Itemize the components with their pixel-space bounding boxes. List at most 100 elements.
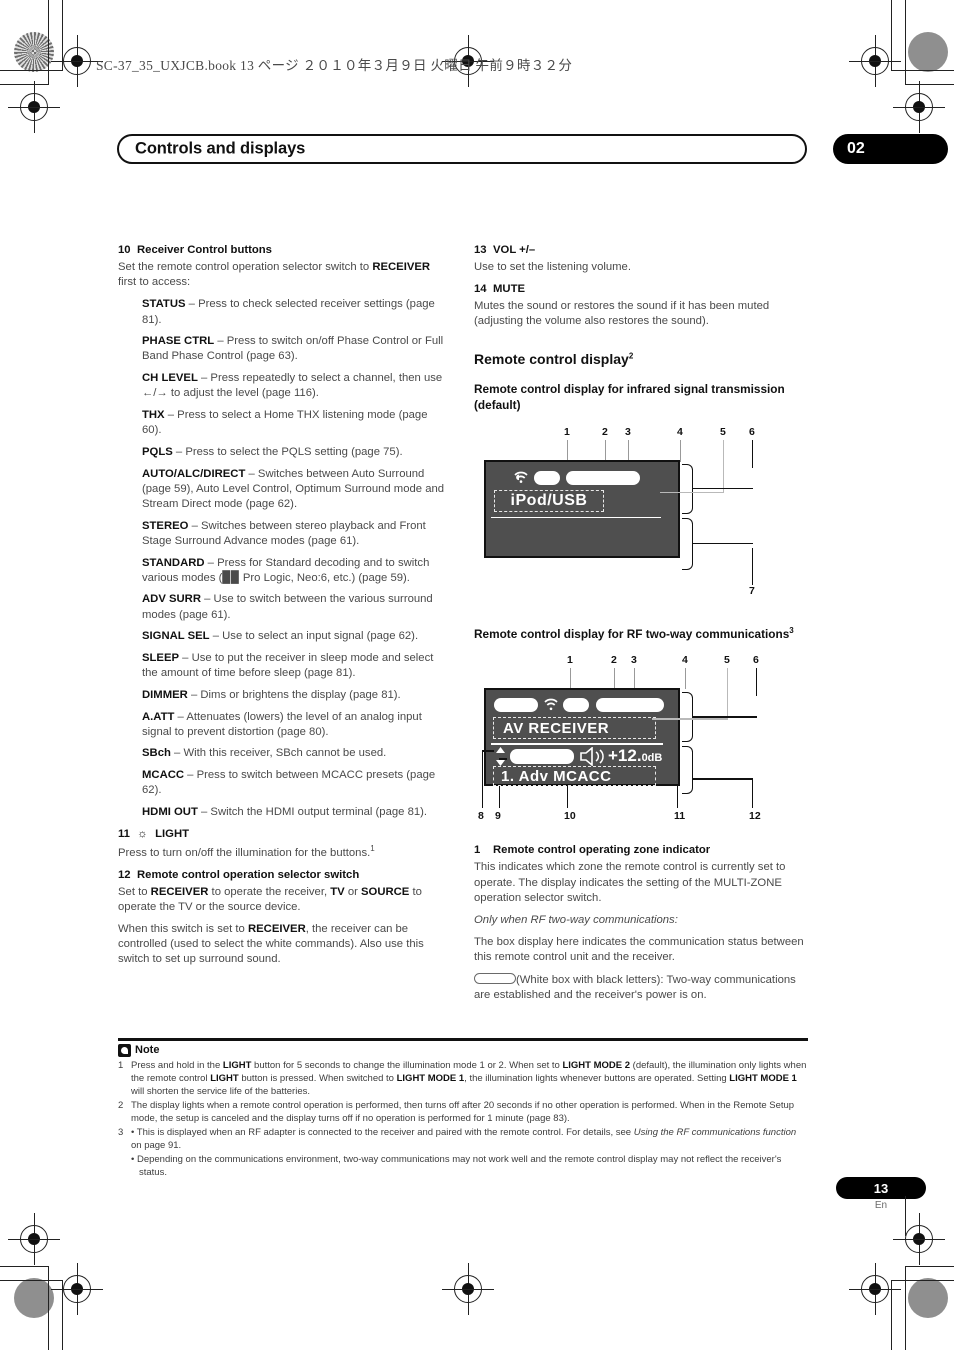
leader-5-horizontal bbox=[652, 718, 728, 720]
callout-1: 1 bbox=[564, 425, 570, 438]
list-item: PQLS – Press to select the PQLS setting … bbox=[142, 445, 403, 458]
callout-4: 4 bbox=[682, 654, 688, 667]
note-divider bbox=[118, 1038, 808, 1041]
wifi-arc-icon bbox=[514, 471, 528, 483]
section-12-number: 12 bbox=[118, 868, 131, 881]
crop-line-tr-v1 bbox=[905, 0, 906, 84]
note-block: Note Press and hold in the LIGHT button … bbox=[118, 1038, 808, 1180]
list-item: PHASE CTRL – Press to switch on/off Phas… bbox=[142, 335, 444, 363]
list-item: CH LEVEL – Press repeatedly to select a … bbox=[142, 372, 443, 400]
segment-mode-small bbox=[563, 698, 589, 713]
crop-line-tl-h1 bbox=[0, 70, 63, 71]
callout-6: 6 bbox=[749, 425, 755, 438]
bracket-connector-6 bbox=[693, 487, 753, 490]
callout-4: 4 bbox=[677, 425, 683, 438]
crop-line-bl-h1 bbox=[0, 1280, 63, 1281]
list-item: DIMMER – Dims or brightens the display (… bbox=[142, 688, 401, 701]
list-item: MCACC – Press to switch between MCACC pr… bbox=[142, 769, 436, 797]
segment-volume-bar bbox=[510, 749, 574, 765]
crop-line-bl-v2 bbox=[62, 1280, 63, 1350]
display-panel-infrared: ◐ iPod/USB bbox=[484, 459, 680, 558]
leader-6 bbox=[752, 439, 753, 468]
section-14-number: 14 bbox=[474, 283, 487, 296]
callout-3: 3 bbox=[625, 425, 631, 438]
callout-5: 5 bbox=[724, 654, 730, 667]
leader-8 bbox=[482, 750, 483, 809]
leader-8-horizontal bbox=[482, 750, 494, 752]
bracket-group-12 bbox=[682, 746, 693, 795]
sun-light-icon: ☼ bbox=[137, 827, 148, 840]
section-14-title: MUTE bbox=[493, 283, 526, 296]
crop-mark-bottom-left bbox=[8, 1213, 60, 1265]
section-13-number: 13 bbox=[474, 244, 487, 256]
callout-6: 6 bbox=[753, 654, 759, 667]
note-list: Press and hold in the LIGHT button for 5… bbox=[118, 1059, 808, 1180]
callout-12: 12 bbox=[749, 810, 761, 823]
crop-mark-bottom-right-lower bbox=[849, 1263, 901, 1315]
list-item: SLEEP – Use to put the receiver in sleep… bbox=[142, 651, 434, 680]
segment-zone-white-box bbox=[494, 698, 538, 713]
screen-line-2-text: 1. Adv MCACC bbox=[501, 767, 612, 785]
figure-infrared-display: 1 2 3 4 5 6 7 ◐ iPod/USB bbox=[474, 426, 806, 604]
leader-9-horizontal bbox=[499, 758, 507, 760]
list-item: ADV SURR – Use to switch between the var… bbox=[142, 593, 433, 621]
callout-10: 10 bbox=[564, 810, 576, 823]
print-slug: SC-37_35_UXJCB.book 13 ページ ２０１０年３月９日 火曜日… bbox=[96, 58, 573, 73]
note-item-3: • This is displayed when an RF adapter i… bbox=[118, 1126, 808, 1180]
leader-4 bbox=[680, 439, 681, 462]
item-1-body: This indicates which zone the remote con… bbox=[474, 861, 786, 904]
screen-divider-rule bbox=[491, 743, 663, 745]
figure-2-heading: Remote control display for RF two-way co… bbox=[474, 625, 794, 641]
section-11-number: 11 bbox=[118, 827, 130, 840]
footnote-ref-2: 2 bbox=[628, 350, 634, 360]
callout-11: 11 bbox=[674, 810, 686, 823]
callout-1: 1 bbox=[567, 654, 573, 667]
screen-line-1-box: iPod/USB bbox=[494, 489, 604, 512]
section-12-para-1: Set to RECEIVER to operate the receiver,… bbox=[118, 885, 422, 913]
crop-line-tr-h2 bbox=[905, 84, 954, 85]
item-1-box-legend: (White box with black letters): Two-way … bbox=[474, 972, 796, 1001]
crop-line-bl-h2 bbox=[0, 1266, 49, 1267]
page-language-label: En bbox=[874, 1200, 888, 1211]
callout-5: 5 bbox=[720, 425, 726, 438]
leader-4 bbox=[685, 668, 686, 690]
list-item: THX – Press to select a Home THX listeni… bbox=[142, 409, 428, 437]
list-item: A.ATT – Attenuates (lowers) the level of… bbox=[142, 710, 422, 738]
leader-2 bbox=[605, 439, 606, 462]
figure-1-heading: Remote control display for infrared sign… bbox=[474, 381, 785, 412]
bracket-connector-12 bbox=[693, 778, 753, 781]
list-item: STEREO – Switches between stereo playbac… bbox=[142, 519, 426, 547]
bracket-connector-7 bbox=[693, 542, 753, 545]
crop-line-tl-v2 bbox=[62, 0, 63, 70]
crop-mark-top-left-lower bbox=[8, 81, 60, 133]
leader-6 bbox=[756, 668, 757, 697]
list-item: SBch – With this receiver, SBch cannot b… bbox=[142, 747, 387, 760]
volume-unit: 0dB bbox=[641, 752, 663, 765]
note-item-1: Press and hold in the LIGHT button for 5… bbox=[118, 1059, 807, 1098]
display-panel-rf: AV RECEIVER +12.0dB 1. Adv MCACC bbox=[484, 688, 680, 787]
up-down-arrow-icon bbox=[495, 747, 506, 767]
section-11-title: LIGHT bbox=[155, 827, 190, 840]
leader-5-horizontal bbox=[660, 491, 724, 494]
list-item: SIGNAL SEL – Use to select an input sign… bbox=[142, 630, 419, 643]
leader-10 bbox=[567, 784, 568, 809]
item-1-italic-line: Only when RF two-way communications: bbox=[474, 914, 678, 927]
crop-line-bl-v1 bbox=[48, 1266, 49, 1350]
volume-value: +12. bbox=[608, 746, 642, 766]
screen-line-2-box: 1. Adv MCACC bbox=[493, 766, 656, 787]
note-icon bbox=[118, 1043, 131, 1057]
leader-5 bbox=[727, 668, 728, 719]
right-column: 13 VOL +/– Use to set the listening volum… bbox=[474, 243, 806, 1010]
bracket-group-6 bbox=[682, 463, 693, 514]
note-item-3-sub: • Depending on the communications enviro… bbox=[131, 1153, 782, 1179]
leader-3 bbox=[634, 668, 635, 690]
section-10-intro: Set the remote control operation selecto… bbox=[118, 261, 431, 289]
section-11-heading: 11 ☼ LIGHT bbox=[118, 827, 450, 842]
section-14-heading: 14 MUTE bbox=[474, 282, 806, 297]
section-10-title: Receiver Control buttons bbox=[137, 244, 272, 256]
footer-rule-right bbox=[905, 1196, 906, 1236]
crop-line-tl-h2 bbox=[0, 84, 49, 85]
crop-line-tr-v2 bbox=[891, 0, 892, 70]
leader-7 bbox=[752, 547, 753, 585]
segment-zone-indicator bbox=[534, 470, 560, 485]
